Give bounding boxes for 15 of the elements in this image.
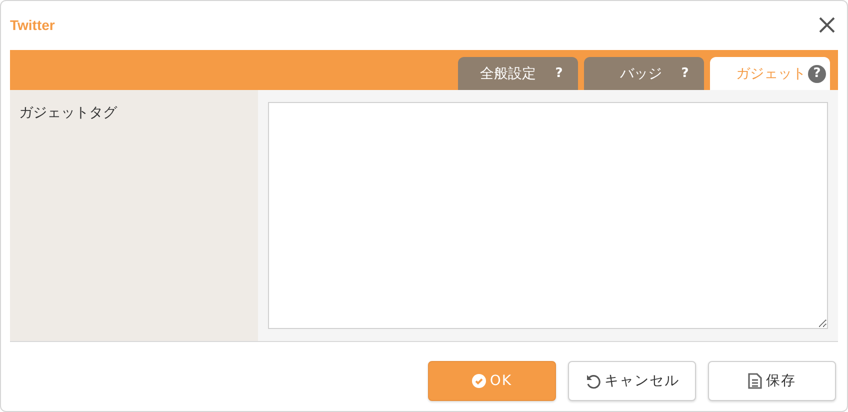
tab[interactable]: 全般設定 ? bbox=[458, 57, 578, 90]
document-icon bbox=[748, 372, 762, 388]
help-icon[interactable]: ? bbox=[550, 64, 568, 82]
save-button[interactable]: 保存 bbox=[708, 360, 836, 400]
field-label: ガジェットタグ bbox=[19, 105, 117, 121]
help-icon[interactable]: ? bbox=[808, 64, 826, 82]
tab[interactable]: ガジェット ? bbox=[710, 57, 830, 90]
ok-button[interactable]: OK bbox=[428, 360, 556, 400]
close-button[interactable] bbox=[817, 15, 837, 35]
window-title: Twitter bbox=[10, 17, 55, 33]
tab[interactable]: バッジ ? bbox=[584, 57, 704, 90]
help-icon[interactable]: ? bbox=[676, 64, 694, 82]
check-circle-icon bbox=[472, 374, 486, 388]
cancel-button[interactable]: キャンセル bbox=[568, 360, 696, 400]
undo-icon bbox=[584, 372, 600, 388]
